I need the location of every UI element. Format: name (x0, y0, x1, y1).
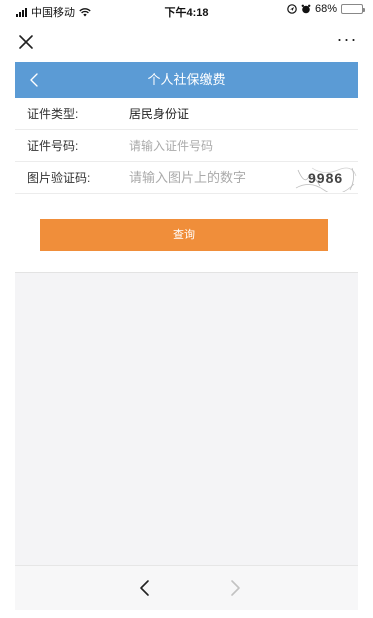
page-header: 个人社保缴费 (15, 62, 358, 98)
id-type-label: 证件类型: (27, 107, 79, 121)
status-bar: 中国移动 下午4:18 68% (0, 0, 373, 22)
id-number-row: 证件号码: (15, 130, 358, 162)
status-right: 68% (287, 3, 365, 15)
captcha-input[interactable] (129, 168, 269, 188)
captcha-text: 9986 (308, 170, 343, 186)
close-icon[interactable] (12, 28, 40, 56)
location-icon (287, 4, 297, 14)
chevron-left-icon[interactable] (133, 576, 157, 600)
battery-percent: 68% (314, 3, 337, 15)
id-number-label: 证件号码: (27, 139, 79, 153)
browser-bottom-bar (15, 565, 358, 610)
page-title: 个人社保缴费 (147, 72, 226, 87)
query-form: 证件类型: 居民身份证 证件号码: 图片验证码: 9986 (15, 98, 358, 194)
id-type-select[interactable]: 居民身份证 (129, 98, 189, 130)
captcha-row: 图片验证码: 9986 (15, 162, 358, 194)
battery-icon (341, 4, 365, 14)
captcha-image[interactable]: 9986 (294, 164, 358, 192)
empty-content-area (15, 272, 358, 565)
id-type-row[interactable]: 证件类型: 居民身份证 (15, 98, 358, 130)
browser-top-bar: ··· (0, 22, 373, 62)
id-number-input[interactable] (129, 136, 269, 156)
more-button[interactable]: ··· (333, 30, 361, 54)
query-button[interactable]: 查询 (40, 219, 328, 251)
alarm-icon (301, 4, 311, 14)
captcha-label: 图片验证码: (27, 171, 91, 185)
chevron-right-icon[interactable] (223, 576, 247, 600)
